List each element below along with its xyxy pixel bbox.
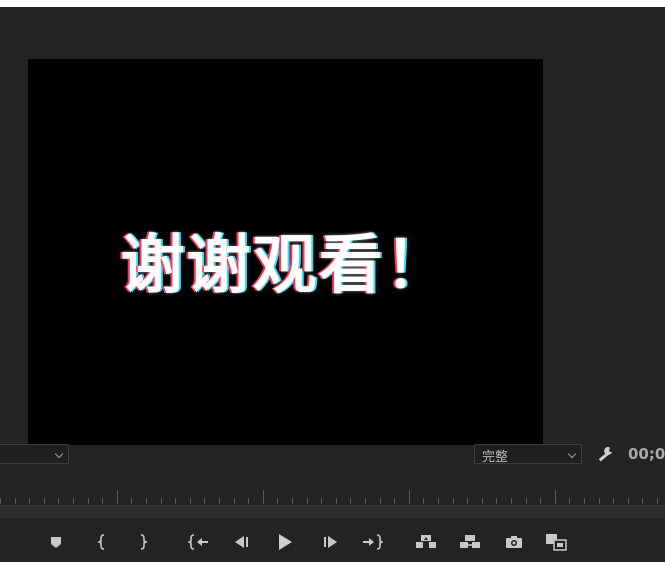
monitor-controls-row: 完整 00;0 — [0, 444, 665, 468]
zoom-scrollbar[interactable] — [0, 506, 665, 518]
program-monitor: 谢谢观看！ — [0, 7, 665, 562]
go-to-out-icon — [363, 534, 383, 550]
zoom-level-dropdown[interactable] — [0, 444, 69, 464]
step-back-button[interactable] — [229, 528, 255, 556]
mark-out-button[interactable] — [130, 528, 156, 556]
extract-icon — [460, 535, 480, 548]
transport-controls — [0, 528, 665, 558]
export-frame-button[interactable] — [501, 528, 527, 556]
wrench-icon[interactable] — [596, 445, 616, 463]
ruler-ticks — [0, 490, 658, 504]
mark-in-icon — [97, 534, 105, 550]
compare-icon — [546, 534, 567, 551]
go-to-in-icon — [188, 534, 208, 550]
frame-caption: 谢谢观看！ — [120, 229, 451, 303]
video-preview[interactable]: 谢谢观看！ — [28, 59, 543, 445]
chevron-down-icon — [54, 449, 64, 459]
playback-resolution-value: 完整 — [482, 450, 509, 465]
play-button[interactable] — [272, 528, 298, 556]
comparison-view-button[interactable] — [543, 528, 569, 556]
add-marker-button[interactable] — [43, 528, 69, 556]
mark-in-button[interactable] — [89, 528, 115, 556]
step-forward-icon — [324, 536, 337, 548]
extract-button[interactable] — [457, 528, 483, 556]
mark-out-icon — [140, 534, 148, 550]
step-forward-button[interactable] — [317, 528, 343, 556]
top-panel-edge — [0, 0, 665, 7]
step-back-icon — [235, 536, 248, 548]
chevron-down-icon — [567, 449, 577, 459]
lift-button[interactable] — [413, 528, 439, 556]
play-icon — [279, 534, 292, 550]
lift-icon — [416, 535, 436, 548]
camera-icon — [506, 536, 522, 548]
playback-resolution-dropdown[interactable]: 完整 — [474, 444, 582, 465]
go-to-in-button[interactable] — [186, 528, 212, 556]
go-to-out-button[interactable] — [359, 528, 385, 556]
time-ruler[interactable] — [0, 484, 665, 506]
playhead-timecode[interactable]: 00;0 — [628, 445, 665, 463]
marker-icon — [51, 537, 61, 548]
